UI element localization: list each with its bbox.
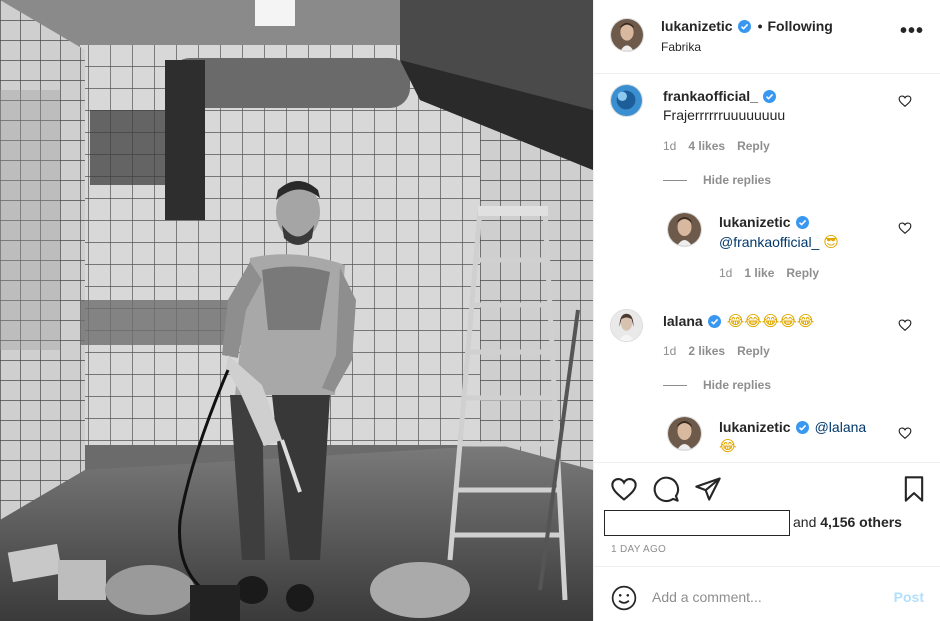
author-avatar[interactable]	[610, 18, 644, 52]
comment-bubble-icon[interactable]	[652, 475, 680, 503]
liked-by-redacted-box[interactable]	[604, 510, 790, 536]
save-bookmark-icon[interactable]	[900, 475, 928, 503]
hide-replies-button[interactable]: Hide replies	[663, 173, 771, 187]
like-comment-heart-icon[interactable]	[898, 318, 912, 332]
reply-emoji: 😎	[823, 233, 839, 251]
comment-emoji: 😂😂😂😂😂	[726, 312, 815, 330]
comment-meta: 1d 4 likes Reply	[663, 139, 770, 153]
verified-badge-icon	[737, 19, 751, 33]
post-time[interactable]: 1 DAY AGO	[611, 544, 666, 555]
commenter-name-line: lalana 😂😂😂😂😂	[663, 312, 814, 330]
verified-badge-icon	[795, 420, 809, 434]
hide-replies-label: Hide replies	[703, 378, 772, 392]
commenter-avatar[interactable]	[610, 84, 643, 117]
comment-time[interactable]: 1d	[663, 344, 676, 358]
post-header: lukanizetic • Following Fabrika •••	[594, 0, 940, 74]
author-line: lukanizetic • Following	[661, 18, 833, 34]
post-actions: and 4,156 others 1 DAY AGO Add a comment…	[594, 462, 940, 621]
replies-divider	[663, 179, 687, 181]
reply-username[interactable]: lukanizetic	[719, 214, 791, 230]
reply-username[interactable]: lukanizetic	[719, 419, 791, 435]
like-heart-icon[interactable]	[610, 475, 638, 503]
like-comment-heart-icon[interactable]	[898, 94, 912, 108]
add-comment-input[interactable]: Add a comment...	[652, 589, 762, 605]
reply-button[interactable]: Reply	[737, 344, 770, 358]
reply-name-line: lukanizetic	[719, 214, 809, 230]
post-side-panel: lukanizetic • Following Fabrika ••• fran…	[593, 0, 940, 621]
commenter-avatar[interactable]	[610, 309, 643, 342]
replies-divider	[663, 384, 687, 386]
reply-mention[interactable]: @frankaofficial_	[719, 234, 819, 250]
emoji-smile-icon[interactable]	[611, 585, 637, 611]
commenter-username[interactable]: frankaofficial_	[663, 88, 758, 104]
author-username[interactable]: lukanizetic	[661, 18, 733, 34]
reply-mention[interactable]: @lalana	[815, 419, 867, 435]
share-plane-icon[interactable]	[694, 475, 722, 503]
reply-likes[interactable]: 1 like	[744, 266, 774, 280]
likes-prefix: and	[793, 514, 817, 530]
verified-badge-icon	[762, 89, 776, 103]
commenter-username[interactable]: lalana	[663, 313, 703, 329]
comment-likes[interactable]: 2 likes	[688, 344, 725, 358]
like-reply-heart-icon[interactable]	[898, 221, 912, 235]
likes-count[interactable]: 4,156 others	[820, 514, 902, 530]
post-comment-button[interactable]: Post	[894, 589, 924, 605]
reply-avatar[interactable]	[667, 416, 702, 451]
hide-replies-button[interactable]: Hide replies	[663, 378, 771, 392]
verified-badge-icon	[795, 215, 809, 229]
hide-replies-label: Hide replies	[703, 173, 772, 187]
following-button[interactable]: Following	[768, 18, 833, 34]
comment-time[interactable]: 1d	[663, 139, 676, 153]
like-reply-heart-icon[interactable]	[898, 426, 912, 440]
commenter-name-line: frankaofficial_	[663, 88, 776, 104]
comment-text: Frajerrrrrruuuuuuuu	[663, 107, 786, 123]
reply-emoji: 😂	[719, 437, 737, 455]
likes-summary[interactable]: and 4,156 others	[793, 514, 902, 530]
post-photo[interactable]	[0, 0, 593, 621]
post-view: lukanizetic • Following Fabrika ••• fran…	[0, 0, 940, 621]
reply-text: 😂	[719, 437, 737, 455]
post-location[interactable]: Fabrika	[661, 40, 701, 54]
reply-button[interactable]: Reply	[737, 139, 770, 153]
reply-avatar[interactable]	[667, 212, 702, 247]
reply-time[interactable]: 1d	[719, 266, 732, 280]
separator-dot: •	[757, 18, 763, 34]
add-comment-row: Add a comment... Post	[594, 566, 940, 621]
comment-likes[interactable]: 4 likes	[688, 139, 725, 153]
more-options-icon[interactable]: •••	[900, 21, 924, 41]
reply-reply-button[interactable]: Reply	[786, 266, 819, 280]
verified-badge-icon	[707, 314, 721, 328]
reply-meta: 1d 1 like Reply	[719, 266, 819, 280]
reply-name-line: lukanizetic @lalana	[719, 419, 866, 435]
comments-list[interactable]: frankaofficial_ Frajerrrrrruuuuuuuu 1d 4…	[594, 74, 940, 462]
comment-meta: 1d 2 likes Reply	[663, 344, 770, 358]
reply-text: @frankaofficial_ 😎	[719, 233, 839, 251]
post-photo-image	[0, 0, 593, 621]
